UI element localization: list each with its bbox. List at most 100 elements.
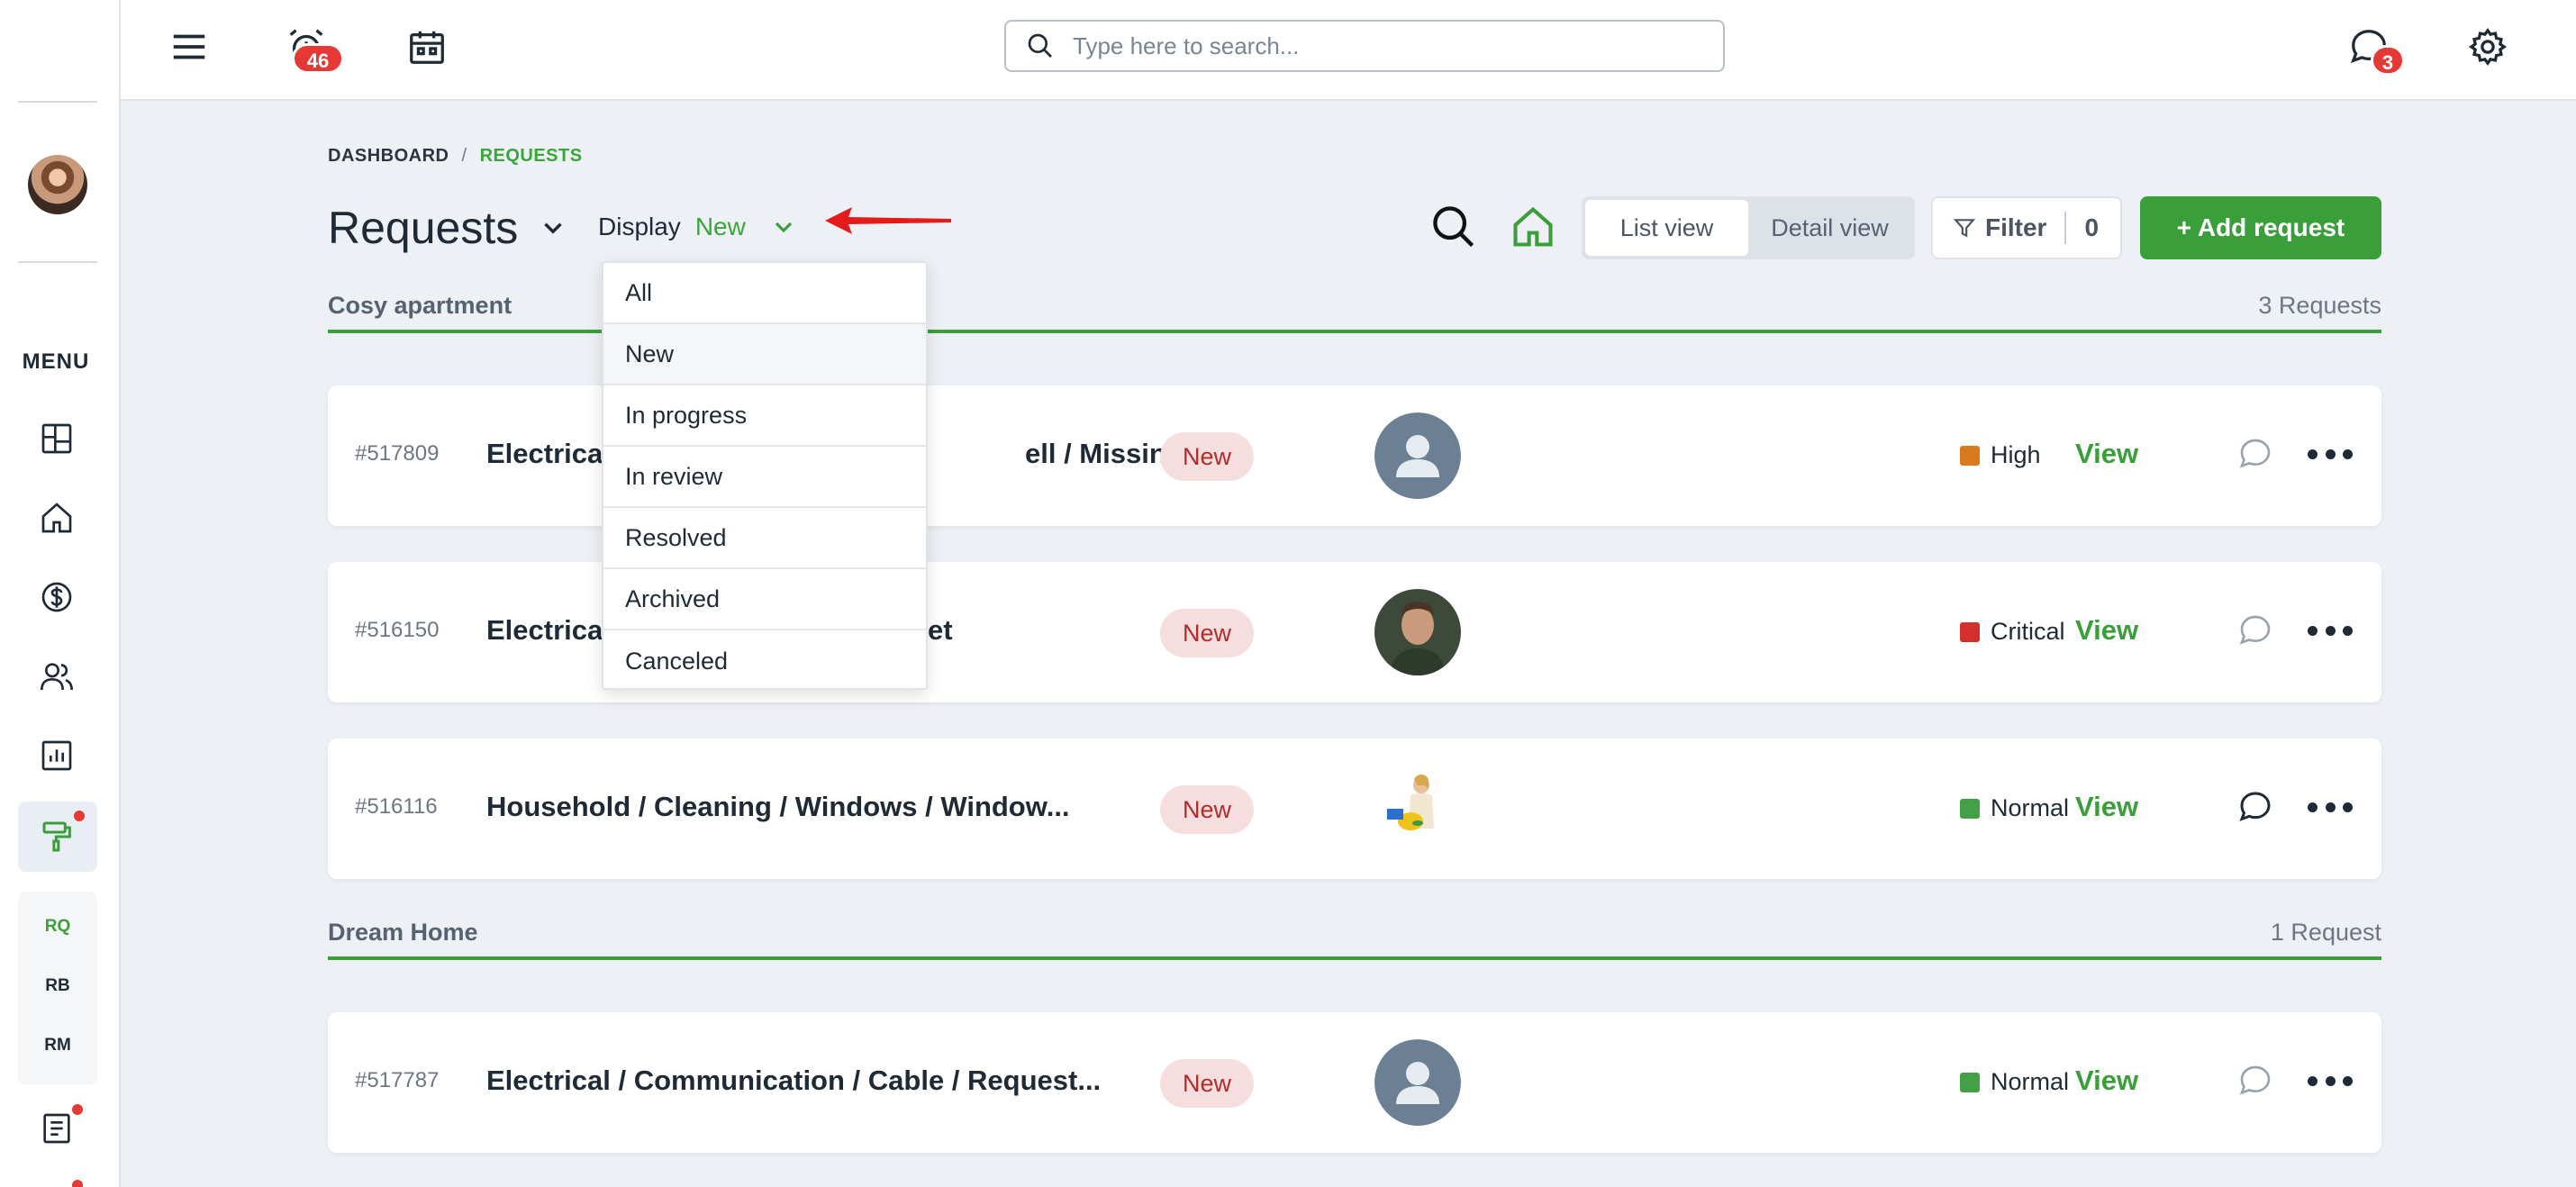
- status-badge: New: [1160, 785, 1254, 834]
- page-title-text: Requests: [328, 203, 519, 253]
- breadcrumb-requests: REQUESTS: [479, 146, 583, 166]
- status-badge: New: [1160, 1059, 1254, 1108]
- group-count: 3 Requests: [2258, 292, 2381, 319]
- display-dropdown-menu: All New In progress In review Resolved A…: [602, 261, 928, 690]
- dropdown-option-new[interactable]: New: [603, 324, 926, 385]
- filter-icon: [1953, 219, 1976, 238]
- priority-swatch: [1960, 1072, 1980, 1092]
- sidebar: MENU RQ RB RM: [0, 0, 121, 1187]
- dropdown-option-canceled[interactable]: Canceled: [603, 630, 926, 692]
- chat-badge: 3: [2371, 45, 2405, 76]
- chevron-down-icon: [544, 222, 562, 234]
- filter-count: 0: [2084, 213, 2100, 241]
- sidebar-submenu: RQ RB RM: [18, 892, 97, 1084]
- list-view-button[interactable]: List view: [1585, 200, 1748, 256]
- breadcrumb: DASHBOARD / REQUESTS: [328, 146, 583, 167]
- dropdown-option-archived[interactable]: Archived: [603, 569, 926, 630]
- status-badge: New: [1160, 609, 1254, 657]
- priority-swatch: [1960, 798, 1980, 819]
- home-icon[interactable]: [1510, 204, 1556, 250]
- filter-divider: [2064, 212, 2067, 244]
- more-options-icon[interactable]: [2308, 789, 2353, 825]
- filter-button[interactable]: Filter 0: [1931, 196, 2122, 259]
- notification-dot: [72, 1180, 83, 1187]
- request-card[interactable]: #517787 Electrical / Communication / Cab…: [328, 1012, 2381, 1153]
- dropdown-option-all[interactable]: All: [603, 263, 926, 324]
- filter-label: Filter: [1985, 213, 2047, 241]
- settings-gear-icon[interactable]: [2461, 20, 2515, 74]
- comment-icon[interactable]: [2237, 436, 2273, 472]
- priority-swatch: [1960, 621, 1980, 642]
- request-card[interactable]: #516116 Household / Cleaning / Windows /…: [328, 738, 2381, 879]
- search-input[interactable]: [1073, 32, 1685, 60]
- group-name: Dream Home: [328, 919, 478, 946]
- comment-icon[interactable]: [2237, 612, 2273, 648]
- assignee-avatar-photo[interactable]: [1374, 589, 1461, 675]
- top-bar: 46 3: [121, 0, 2576, 101]
- assignee-avatar-placeholder[interactable]: [1374, 1039, 1461, 1126]
- add-request-button[interactable]: + Add request: [2140, 196, 2381, 259]
- dropdown-option-in-review[interactable]: In review: [603, 447, 926, 508]
- search-box[interactable]: [1004, 20, 1725, 72]
- view-link[interactable]: View: [2075, 438, 2138, 470]
- report-icon[interactable]: [34, 733, 79, 778]
- request-id: #517809: [355, 441, 440, 466]
- view-link[interactable]: View: [2075, 791, 2138, 823]
- calendar-icon[interactable]: [400, 20, 454, 74]
- notification-dot: [72, 1104, 83, 1115]
- sidebar-divider: [18, 101, 97, 103]
- priority-label: Normal: [1960, 794, 2069, 822]
- request-title: Household / Cleaning / Windows / Window.…: [486, 791, 1070, 822]
- submenu-rm[interactable]: RM: [18, 1036, 97, 1056]
- page-title[interactable]: Requests: [328, 202, 568, 254]
- view-link[interactable]: View: [2075, 1065, 2138, 1097]
- chevron-down-icon: [775, 222, 792, 233]
- request-id: #517787: [355, 1068, 440, 1092]
- detail-view-button[interactable]: Detail view: [1748, 200, 1911, 256]
- dollar-icon[interactable]: [34, 575, 79, 620]
- dropdown-option-resolved[interactable]: Resolved: [603, 508, 926, 569]
- display-value: New: [694, 213, 746, 240]
- view-link[interactable]: View: [2075, 614, 2138, 647]
- users-icon[interactable]: [34, 654, 79, 699]
- display-label: Display: [598, 213, 681, 240]
- request-title-tail: et: [928, 614, 953, 646]
- menu-label: MENU: [22, 349, 90, 374]
- group-name: Cosy apartment: [328, 292, 512, 319]
- sidebar-item-requests[interactable]: [18, 802, 97, 872]
- status-badge: New: [1160, 432, 1254, 481]
- dashboard-icon[interactable]: [34, 416, 79, 461]
- comment-icon[interactable]: [2237, 1063, 2273, 1099]
- search-icon[interactable]: [1430, 204, 1477, 250]
- assignee-avatar-placeholder[interactable]: [1374, 412, 1461, 499]
- priority-label: Normal: [1960, 1068, 2069, 1096]
- display-filter[interactable]: Display New: [598, 213, 798, 241]
- submenu-rb[interactable]: RB: [18, 976, 97, 996]
- request-title: Electrical / Communication / Cable / Req…: [486, 1065, 1102, 1096]
- assignee-avatar-cleaner[interactable]: [1374, 766, 1461, 852]
- view-toggle: List view Detail view: [1582, 196, 1915, 259]
- red-arrow-annotation: [825, 207, 951, 234]
- group-count: 1 Request: [2270, 919, 2381, 946]
- request-id: #516116: [355, 794, 438, 819]
- breadcrumb-dashboard[interactable]: DASHBOARD: [328, 146, 449, 166]
- more-options-icon[interactable]: [2308, 1063, 2353, 1099]
- request-id: #516150: [355, 618, 440, 642]
- comment-icon[interactable]: [2237, 789, 2273, 825]
- dropdown-option-in-progress[interactable]: In progress: [603, 385, 926, 447]
- request-title: Electrical: [486, 614, 611, 646]
- sidebar-divider: [18, 261, 97, 263]
- more-options-icon[interactable]: [2308, 612, 2353, 648]
- home-icon[interactable]: [34, 495, 79, 540]
- paint-roller-icon: [35, 814, 80, 859]
- search-icon: [1028, 33, 1052, 58]
- priority-label: Critical: [1960, 618, 2065, 646]
- alarm-badge: 46: [292, 43, 344, 74]
- more-options-icon[interactable]: [2308, 436, 2353, 472]
- user-avatar[interactable]: [28, 155, 87, 214]
- priority-label: High: [1960, 441, 2041, 469]
- hamburger-menu-icon[interactable]: [162, 20, 216, 74]
- group-header: Dream Home 1 Request: [328, 919, 2381, 960]
- submenu-rq[interactable]: RQ: [18, 917, 97, 937]
- request-title: Electrical: [486, 438, 611, 469]
